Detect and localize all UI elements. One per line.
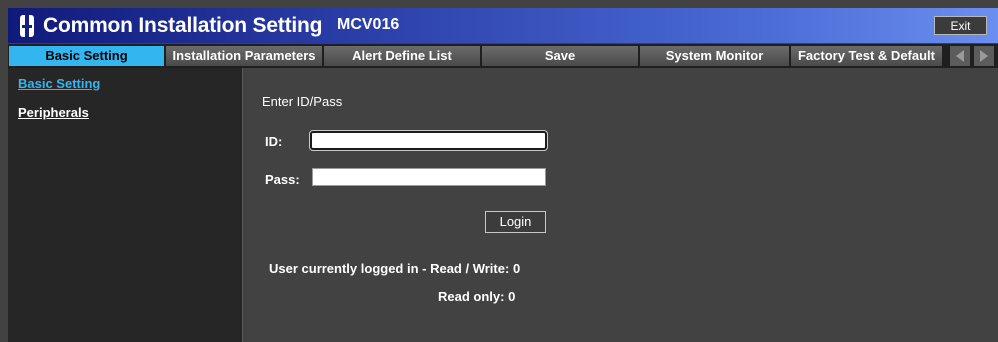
tab-factory-test-default[interactable]: Factory Test & Default	[791, 46, 943, 66]
sidebar-item-basic-setting[interactable]: Basic Setting	[18, 76, 100, 91]
pass-label: Pass:	[265, 172, 300, 187]
scroll-right-button[interactable]	[974, 46, 994, 66]
scroll-left-button[interactable]	[950, 46, 970, 66]
title-bar: Common Installation Setting MCV016 Exit	[8, 8, 998, 43]
arrow-right-icon	[980, 50, 988, 62]
sidebar-item-peripherals[interactable]: Peripherals	[18, 105, 89, 120]
login-heading: Enter ID/Pass	[262, 94, 343, 109]
exit-button[interactable]: Exit	[934, 16, 987, 35]
arrow-left-icon	[956, 50, 964, 62]
brand-logo-icon	[20, 15, 34, 37]
login-panel: Enter ID/Pass ID: Pass: Login User curre…	[244, 68, 998, 342]
login-button[interactable]: Login	[485, 211, 546, 233]
read-write-count: 0	[512, 261, 521, 276]
tab-basic-setting[interactable]: Basic Setting	[9, 46, 165, 66]
id-field[interactable]	[309, 130, 548, 151]
tab-system-monitor[interactable]: System Monitor	[640, 46, 790, 66]
model-name: MCV016	[337, 16, 400, 33]
read-only-count: 0	[508, 289, 516, 304]
sidebar: Basic Setting Peripherals	[8, 68, 243, 342]
read-write-text: User currently logged in - Read / Write:	[269, 261, 510, 276]
tab-save[interactable]: Save	[482, 46, 639, 66]
tab-bar: Basic Setting Installation Parameters Al…	[8, 44, 998, 68]
tab-installation-parameters[interactable]: Installation Parameters	[166, 46, 323, 66]
id-label: ID:	[265, 134, 283, 149]
read-only-text: Read only:	[438, 289, 505, 304]
read-only-label: Read only: 0	[438, 289, 515, 304]
app-title: Common Installation Setting	[43, 14, 323, 37]
tab-alert-define-list[interactable]: Alert Define List	[324, 46, 481, 66]
app-window: Common Installation Setting MCV016 Exit …	[0, 0, 998, 342]
password-field[interactable]	[312, 168, 546, 186]
read-write-label: User currently logged in - Read / Write:…	[269, 261, 520, 276]
